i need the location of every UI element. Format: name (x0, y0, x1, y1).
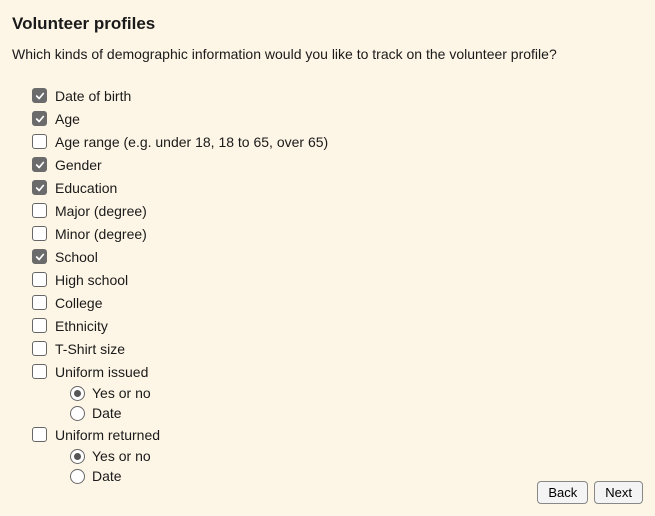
option-row: Education (32, 176, 643, 199)
sub-option-label: Date (92, 468, 122, 484)
option-row: Major (degree) (32, 199, 643, 222)
sub-options: Yes or no Date (32, 446, 643, 486)
radio[interactable] (70, 406, 85, 421)
option-label: Gender (55, 157, 102, 173)
back-button[interactable]: Back (537, 481, 588, 504)
option-label: Minor (degree) (55, 226, 147, 242)
option-label: Ethnicity (55, 318, 108, 334)
checkbox[interactable] (32, 111, 47, 126)
option-label: T-Shirt size (55, 341, 125, 357)
option-row: Date of birth (32, 84, 643, 107)
option-row: Age range (e.g. under 18, 18 to 65, over… (32, 130, 643, 153)
option-label: School (55, 249, 98, 265)
option-row: Age (32, 107, 643, 130)
option-label: Age range (e.g. under 18, 18 to 65, over… (55, 134, 328, 150)
option-label: Uniform returned (55, 427, 160, 443)
checkbox[interactable] (32, 88, 47, 103)
checkbox[interactable] (32, 226, 47, 241)
sub-option-label: Date (92, 405, 122, 421)
page-prompt: Which kinds of demographic information w… (12, 46, 643, 62)
sub-option-row: Yes or no (70, 383, 643, 403)
option-label: Date of birth (55, 88, 131, 104)
checkbox[interactable] (32, 341, 47, 356)
sub-option-label: Yes or no (92, 448, 151, 464)
radio[interactable] (70, 469, 85, 484)
radio[interactable] (70, 449, 85, 464)
sub-option-label: Yes or no (92, 385, 151, 401)
sub-options: Yes or no Date (32, 383, 643, 423)
page-title: Volunteer profiles (12, 14, 643, 34)
checkbox[interactable] (32, 272, 47, 287)
option-row: Ethnicity (32, 314, 643, 337)
option-label: Uniform issued (55, 364, 148, 380)
option-row: Minor (degree) (32, 222, 643, 245)
footer-buttons: Back Next (537, 481, 643, 504)
option-row: High school (32, 268, 643, 291)
options-list: Date of birth Age Age range (e.g. under 18… (12, 84, 643, 486)
option-row: Uniform returned (32, 423, 643, 446)
option-label: High school (55, 272, 128, 288)
option-row: School (32, 245, 643, 268)
checkbox[interactable] (32, 364, 47, 379)
checkbox[interactable] (32, 180, 47, 195)
checkbox[interactable] (32, 427, 47, 442)
checkbox[interactable] (32, 249, 47, 264)
option-label: College (55, 295, 102, 311)
option-label: Major (degree) (55, 203, 147, 219)
option-label: Age (55, 111, 80, 127)
radio[interactable] (70, 386, 85, 401)
checkbox[interactable] (32, 134, 47, 149)
checkbox[interactable] (32, 295, 47, 310)
checkbox[interactable] (32, 203, 47, 218)
sub-option-row: Date (70, 403, 643, 423)
sub-option-row: Yes or no (70, 446, 643, 466)
next-button[interactable]: Next (594, 481, 643, 504)
option-row: College (32, 291, 643, 314)
checkbox[interactable] (32, 318, 47, 333)
option-row: T-Shirt size (32, 337, 643, 360)
checkbox[interactable] (32, 157, 47, 172)
option-row: Gender (32, 153, 643, 176)
option-label: Education (55, 180, 117, 196)
option-row: Uniform issued (32, 360, 643, 383)
